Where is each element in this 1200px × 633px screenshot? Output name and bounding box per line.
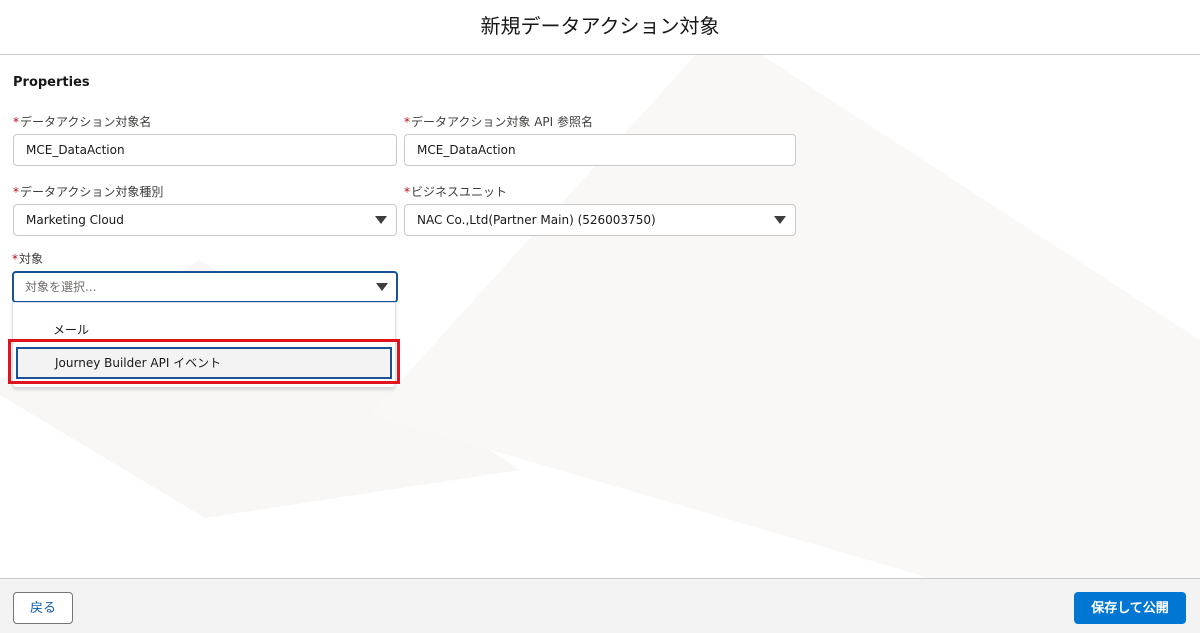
- target-name-field: *データアクション対象名 MCE_DataAction: [13, 114, 397, 166]
- required-marker: *: [12, 252, 18, 266]
- business-unit-value: NAC Co.,Ltd(Partner Main) (526003750): [417, 213, 656, 227]
- target-name-input[interactable]: MCE_DataAction: [13, 134, 397, 166]
- target-type-value: Marketing Cloud: [26, 213, 124, 227]
- target-placeholder: 対象を選択...: [25, 280, 97, 294]
- api-name-label: *データアクション対象 API 参照名: [404, 115, 594, 129]
- required-marker: *: [404, 185, 410, 199]
- chevron-down-icon: [774, 216, 786, 224]
- chevron-down-icon: [376, 283, 388, 291]
- api-name-field: *データアクション対象 API 参照名 MCE_DataAction: [404, 114, 796, 166]
- business-unit-field: *ビジネスユニット NAC Co.,Ltd(Partner Main) (526…: [404, 184, 796, 236]
- back-button[interactable]: 戻る: [13, 592, 73, 624]
- target-type-label: *データアクション対象種別: [13, 185, 164, 199]
- option-email[interactable]: メール: [13, 320, 395, 340]
- target-label: *対象: [12, 252, 44, 266]
- target-select[interactable]: 対象を選択...: [12, 271, 398, 303]
- chevron-down-icon: [375, 216, 387, 224]
- target-type-select[interactable]: Marketing Cloud: [13, 204, 397, 236]
- modal-footer: 戻る 保存して公開: [0, 578, 1200, 633]
- required-marker: *: [13, 115, 19, 129]
- modal-body: Properties *データアクション対象名 MCE_DataAction *…: [0, 56, 1200, 578]
- api-name-input[interactable]: MCE_DataAction: [404, 134, 796, 166]
- target-name-label: *データアクション対象名: [13, 115, 152, 129]
- save-and-publish-button[interactable]: 保存して公開: [1074, 592, 1186, 624]
- section-title: Properties: [13, 75, 90, 90]
- required-marker: *: [404, 115, 410, 129]
- option-journey-builder-api-event[interactable]: Journey Builder API イベント: [16, 347, 392, 379]
- target-listbox: メール Journey Builder API イベント: [12, 302, 396, 388]
- business-unit-label: *ビジネスユニット: [404, 185, 508, 199]
- page: 新規データアクション対象 Properties *データアクション対象名 MCE…: [0, 0, 1200, 633]
- modal-header: 新規データアクション対象: [0, 0, 1200, 55]
- page-title: 新規データアクション対象: [480, 14, 720, 38]
- required-marker: *: [13, 185, 19, 199]
- target-type-field: *データアクション対象種別 Marketing Cloud: [13, 184, 397, 236]
- business-unit-select[interactable]: NAC Co.,Ltd(Partner Main) (526003750): [404, 204, 796, 236]
- target-field: *対象 対象を選択...: [12, 251, 398, 303]
